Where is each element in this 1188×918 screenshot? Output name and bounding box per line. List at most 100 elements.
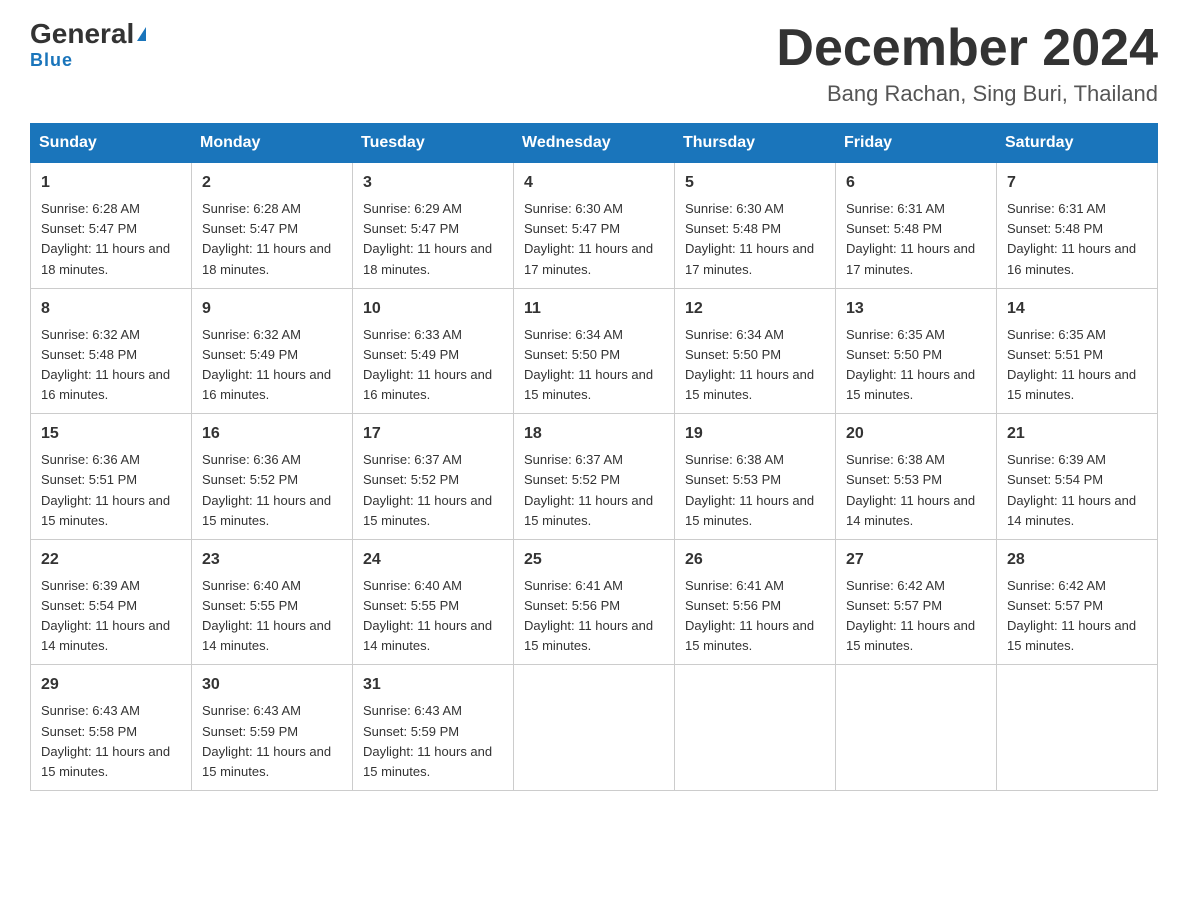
day-number: 10 xyxy=(363,297,503,321)
logo: General Blue xyxy=(30,20,146,71)
calendar-header-row: Sunday Monday Tuesday Wednesday Thursday… xyxy=(31,124,1158,163)
calendar-cell: 25 Sunrise: 6:41 AMSunset: 5:56 PMDaylig… xyxy=(514,539,675,665)
calendar-cell: 18 Sunrise: 6:37 AMSunset: 5:52 PMDaylig… xyxy=(514,414,675,540)
day-number: 9 xyxy=(202,297,342,321)
calendar-cell: 9 Sunrise: 6:32 AMSunset: 5:49 PMDayligh… xyxy=(192,288,353,414)
day-info: Sunrise: 6:39 AMSunset: 5:54 PMDaylight:… xyxy=(41,578,170,653)
day-info: Sunrise: 6:38 AMSunset: 5:53 PMDaylight:… xyxy=(685,452,814,527)
day-info: Sunrise: 6:34 AMSunset: 5:50 PMDaylight:… xyxy=(524,327,653,402)
day-number: 20 xyxy=(846,422,986,446)
day-number: 21 xyxy=(1007,422,1147,446)
day-info: Sunrise: 6:41 AMSunset: 5:56 PMDaylight:… xyxy=(685,578,814,653)
day-number: 11 xyxy=(524,297,664,321)
calendar-cell: 15 Sunrise: 6:36 AMSunset: 5:51 PMDaylig… xyxy=(31,414,192,540)
calendar-week-row: 8 Sunrise: 6:32 AMSunset: 5:48 PMDayligh… xyxy=(31,288,1158,414)
col-monday: Monday xyxy=(192,124,353,163)
logo-text: General xyxy=(30,20,146,48)
calendar-cell: 23 Sunrise: 6:40 AMSunset: 5:55 PMDaylig… xyxy=(192,539,353,665)
day-info: Sunrise: 6:29 AMSunset: 5:47 PMDaylight:… xyxy=(363,201,492,276)
day-info: Sunrise: 6:42 AMSunset: 5:57 PMDaylight:… xyxy=(1007,578,1136,653)
calendar-cell xyxy=(997,665,1158,791)
day-number: 30 xyxy=(202,673,342,697)
calendar-cell: 7 Sunrise: 6:31 AMSunset: 5:48 PMDayligh… xyxy=(997,163,1158,289)
day-number: 26 xyxy=(685,548,825,572)
calendar-cell: 20 Sunrise: 6:38 AMSunset: 5:53 PMDaylig… xyxy=(836,414,997,540)
calendar-cell xyxy=(514,665,675,791)
day-info: Sunrise: 6:36 AMSunset: 5:51 PMDaylight:… xyxy=(41,452,170,527)
calendar-cell: 24 Sunrise: 6:40 AMSunset: 5:55 PMDaylig… xyxy=(353,539,514,665)
day-info: Sunrise: 6:33 AMSunset: 5:49 PMDaylight:… xyxy=(363,327,492,402)
day-info: Sunrise: 6:32 AMSunset: 5:49 PMDaylight:… xyxy=(202,327,331,402)
calendar-cell: 13 Sunrise: 6:35 AMSunset: 5:50 PMDaylig… xyxy=(836,288,997,414)
calendar-cell: 29 Sunrise: 6:43 AMSunset: 5:58 PMDaylig… xyxy=(31,665,192,791)
day-info: Sunrise: 6:31 AMSunset: 5:48 PMDaylight:… xyxy=(846,201,975,276)
calendar-cell: 14 Sunrise: 6:35 AMSunset: 5:51 PMDaylig… xyxy=(997,288,1158,414)
col-friday: Friday xyxy=(836,124,997,163)
day-number: 23 xyxy=(202,548,342,572)
logo-blue: Blue xyxy=(30,50,73,71)
day-number: 13 xyxy=(846,297,986,321)
title-area: December 2024 Bang Rachan, Sing Buri, Th… xyxy=(776,20,1158,107)
day-info: Sunrise: 6:43 AMSunset: 5:59 PMDaylight:… xyxy=(202,703,331,778)
day-info: Sunrise: 6:37 AMSunset: 5:52 PMDaylight:… xyxy=(524,452,653,527)
day-number: 28 xyxy=(1007,548,1147,572)
day-number: 1 xyxy=(41,171,181,195)
day-info: Sunrise: 6:41 AMSunset: 5:56 PMDaylight:… xyxy=(524,578,653,653)
calendar-cell: 5 Sunrise: 6:30 AMSunset: 5:48 PMDayligh… xyxy=(675,163,836,289)
col-tuesday: Tuesday xyxy=(353,124,514,163)
day-info: Sunrise: 6:39 AMSunset: 5:54 PMDaylight:… xyxy=(1007,452,1136,527)
calendar-table: Sunday Monday Tuesday Wednesday Thursday… xyxy=(30,123,1158,791)
calendar-cell: 21 Sunrise: 6:39 AMSunset: 5:54 PMDaylig… xyxy=(997,414,1158,540)
calendar-cell: 12 Sunrise: 6:34 AMSunset: 5:50 PMDaylig… xyxy=(675,288,836,414)
day-number: 2 xyxy=(202,171,342,195)
day-info: Sunrise: 6:35 AMSunset: 5:50 PMDaylight:… xyxy=(846,327,975,402)
day-number: 5 xyxy=(685,171,825,195)
calendar-cell: 28 Sunrise: 6:42 AMSunset: 5:57 PMDaylig… xyxy=(997,539,1158,665)
calendar-week-row: 22 Sunrise: 6:39 AMSunset: 5:54 PMDaylig… xyxy=(31,539,1158,665)
col-wednesday: Wednesday xyxy=(514,124,675,163)
day-number: 3 xyxy=(363,171,503,195)
calendar-cell: 11 Sunrise: 6:34 AMSunset: 5:50 PMDaylig… xyxy=(514,288,675,414)
calendar-cell: 26 Sunrise: 6:41 AMSunset: 5:56 PMDaylig… xyxy=(675,539,836,665)
day-number: 6 xyxy=(846,171,986,195)
calendar-cell: 17 Sunrise: 6:37 AMSunset: 5:52 PMDaylig… xyxy=(353,414,514,540)
day-number: 22 xyxy=(41,548,181,572)
calendar-cell: 19 Sunrise: 6:38 AMSunset: 5:53 PMDaylig… xyxy=(675,414,836,540)
calendar-cell: 1 Sunrise: 6:28 AMSunset: 5:47 PMDayligh… xyxy=(31,163,192,289)
day-info: Sunrise: 6:37 AMSunset: 5:52 PMDaylight:… xyxy=(363,452,492,527)
day-number: 12 xyxy=(685,297,825,321)
day-info: Sunrise: 6:28 AMSunset: 5:47 PMDaylight:… xyxy=(41,201,170,276)
col-saturday: Saturday xyxy=(997,124,1158,163)
day-number: 31 xyxy=(363,673,503,697)
day-number: 4 xyxy=(524,171,664,195)
calendar-cell: 10 Sunrise: 6:33 AMSunset: 5:49 PMDaylig… xyxy=(353,288,514,414)
col-sunday: Sunday xyxy=(31,124,192,163)
day-info: Sunrise: 6:42 AMSunset: 5:57 PMDaylight:… xyxy=(846,578,975,653)
day-info: Sunrise: 6:35 AMSunset: 5:51 PMDaylight:… xyxy=(1007,327,1136,402)
day-number: 17 xyxy=(363,422,503,446)
calendar-cell xyxy=(675,665,836,791)
calendar-cell: 30 Sunrise: 6:43 AMSunset: 5:59 PMDaylig… xyxy=(192,665,353,791)
day-number: 7 xyxy=(1007,171,1147,195)
calendar-cell: 16 Sunrise: 6:36 AMSunset: 5:52 PMDaylig… xyxy=(192,414,353,540)
page-header: General Blue December 2024 Bang Rachan, … xyxy=(30,20,1158,107)
day-number: 24 xyxy=(363,548,503,572)
calendar-week-row: 15 Sunrise: 6:36 AMSunset: 5:51 PMDaylig… xyxy=(31,414,1158,540)
calendar-cell: 6 Sunrise: 6:31 AMSunset: 5:48 PMDayligh… xyxy=(836,163,997,289)
location-subtitle: Bang Rachan, Sing Buri, Thailand xyxy=(776,81,1158,107)
calendar-cell: 22 Sunrise: 6:39 AMSunset: 5:54 PMDaylig… xyxy=(31,539,192,665)
day-info: Sunrise: 6:34 AMSunset: 5:50 PMDaylight:… xyxy=(685,327,814,402)
day-number: 8 xyxy=(41,297,181,321)
month-year-title: December 2024 xyxy=(776,20,1158,77)
day-number: 16 xyxy=(202,422,342,446)
calendar-week-row: 1 Sunrise: 6:28 AMSunset: 5:47 PMDayligh… xyxy=(31,163,1158,289)
calendar-cell: 8 Sunrise: 6:32 AMSunset: 5:48 PMDayligh… xyxy=(31,288,192,414)
day-info: Sunrise: 6:36 AMSunset: 5:52 PMDaylight:… xyxy=(202,452,331,527)
day-info: Sunrise: 6:40 AMSunset: 5:55 PMDaylight:… xyxy=(202,578,331,653)
calendar-cell: 2 Sunrise: 6:28 AMSunset: 5:47 PMDayligh… xyxy=(192,163,353,289)
calendar-cell: 4 Sunrise: 6:30 AMSunset: 5:47 PMDayligh… xyxy=(514,163,675,289)
calendar-cell: 27 Sunrise: 6:42 AMSunset: 5:57 PMDaylig… xyxy=(836,539,997,665)
day-number: 15 xyxy=(41,422,181,446)
calendar-cell: 31 Sunrise: 6:43 AMSunset: 5:59 PMDaylig… xyxy=(353,665,514,791)
day-info: Sunrise: 6:30 AMSunset: 5:48 PMDaylight:… xyxy=(685,201,814,276)
